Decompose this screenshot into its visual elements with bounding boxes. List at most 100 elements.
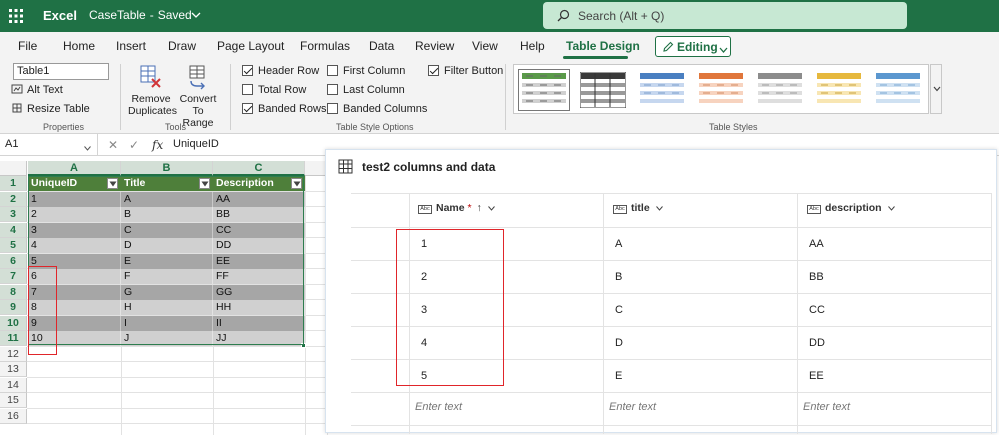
cell-a8[interactable]: 7: [28, 284, 121, 300]
select-all-corner[interactable]: [0, 161, 27, 176]
cancel-icon[interactable]: ✕: [108, 138, 118, 152]
row-header-10[interactable]: 10: [0, 315, 27, 331]
app-launcher-icon[interactable]: [9, 9, 23, 23]
filter-dropdown-icon[interactable]: [291, 178, 302, 189]
row-header-3[interactable]: 3: [0, 207, 27, 222]
row-header-14[interactable]: 14: [0, 377, 27, 393]
row-header-5[interactable]: 5: [0, 238, 27, 253]
fill-handle[interactable]: [301, 342, 306, 348]
remove-duplicates-button[interactable]: Remove Duplicates: [128, 64, 177, 117]
cell-a7[interactable]: 6: [28, 269, 121, 284]
chevron-down-icon[interactable]: [191, 10, 201, 20]
resize-table-button[interactable]: Resize Table: [11, 102, 90, 115]
row-header-16[interactable]: 16: [0, 408, 27, 424]
table-style-dark[interactable]: [580, 72, 626, 108]
convert-to-range-button[interactable]: Convert To Range: [175, 64, 221, 129]
cell-b11[interactable]: J: [121, 331, 213, 346]
alt-text-button[interactable]: Alt Text: [11, 83, 63, 96]
row-header-1[interactable]: 1: [0, 176, 27, 191]
column-header-description[interactable]: Abc description: [807, 202, 895, 214]
cell-b10[interactable]: I: [121, 315, 213, 331]
tab-table-design[interactable]: Table Design: [566, 39, 640, 53]
last-column-checkbox[interactable]: Last Column: [327, 84, 405, 96]
cell-a9[interactable]: 8: [28, 300, 121, 315]
tab-formulas[interactable]: Formulas: [300, 39, 350, 53]
column-header-a[interactable]: A: [28, 161, 121, 176]
cell-c2[interactable]: AA: [213, 191, 305, 207]
formula-input[interactable]: UniqueID: [173, 138, 219, 150]
panel-cell-name[interactable]: 1: [421, 238, 427, 250]
filter-dropdown-icon[interactable]: [199, 178, 210, 189]
column-header-c[interactable]: C: [213, 161, 305, 176]
panel-cell-description[interactable]: EE: [809, 370, 824, 382]
cell-b3[interactable]: B: [121, 207, 213, 222]
panel-cell-title[interactable]: A: [615, 238, 622, 250]
banded-rows-checkbox[interactable]: Banded Rows: [242, 103, 327, 115]
panel-cell-description[interactable]: DD: [809, 337, 825, 349]
tab-file[interactable]: File: [18, 39, 37, 53]
editing-mode-button[interactable]: Editing: [655, 36, 731, 57]
cell-b5[interactable]: D: [121, 238, 213, 253]
table-styles-more-button[interactable]: [930, 64, 942, 114]
row-header-2[interactable]: 2: [0, 191, 27, 207]
cell-c4[interactable]: CC: [213, 222, 305, 238]
column-header-name[interactable]: Abc Name * ↑: [418, 202, 495, 214]
table-header-cell[interactable]: Description: [213, 176, 305, 191]
panel-cell-name[interactable]: 5: [421, 370, 427, 382]
panel-cell-title[interactable]: E: [615, 370, 622, 382]
table-style-green[interactable]: [518, 69, 570, 111]
panel-cell-name[interactable]: 2: [421, 271, 427, 283]
row-header-8[interactable]: 8: [0, 284, 27, 300]
panel-cell-description[interactable]: AA: [809, 238, 824, 250]
row-header-13[interactable]: 13: [0, 362, 27, 377]
cell-c10[interactable]: II: [213, 315, 305, 331]
tab-review[interactable]: Review: [415, 39, 454, 53]
app-name[interactable]: Excel: [43, 8, 77, 23]
tab-data[interactable]: Data: [369, 39, 394, 53]
row-header-12[interactable]: 12: [0, 346, 27, 362]
row-header-4[interactable]: 4: [0, 222, 27, 238]
tab-help[interactable]: Help: [520, 39, 545, 53]
cell-b7[interactable]: F: [121, 269, 213, 284]
panel-cell-title[interactable]: D: [615, 337, 623, 349]
cell-b4[interactable]: C: [121, 222, 213, 238]
row-header-7[interactable]: 7: [0, 269, 27, 284]
table-style-lightblue[interactable]: [875, 72, 921, 108]
new-row-name-input[interactable]: Enter text: [415, 401, 462, 413]
filter-dropdown-icon[interactable]: [107, 178, 118, 189]
panel-cell-name[interactable]: 3: [421, 304, 427, 316]
total-row-checkbox[interactable]: Total Row: [242, 84, 306, 96]
tab-insert[interactable]: Insert: [116, 39, 146, 53]
new-row-title-input[interactable]: Enter text: [609, 401, 656, 413]
table-header-cell[interactable]: UniqueID: [28, 176, 121, 191]
filter-button-checkbox[interactable]: Filter Button: [428, 65, 503, 77]
cell-a3[interactable]: 2: [28, 207, 121, 222]
cell-b6[interactable]: E: [121, 253, 213, 269]
cell-c11[interactable]: JJ: [213, 331, 305, 346]
cell-a10[interactable]: 9: [28, 315, 121, 331]
first-column-checkbox[interactable]: First Column: [327, 65, 405, 77]
cell-a5[interactable]: 4: [28, 238, 121, 253]
column-header-title[interactable]: Abc title: [613, 202, 663, 214]
cell-b2[interactable]: A: [121, 191, 213, 207]
function-icon[interactable]: fx: [152, 138, 163, 152]
tab-home[interactable]: Home: [63, 39, 95, 53]
cell-a6[interactable]: 5: [28, 253, 121, 269]
enter-icon[interactable]: ✓: [129, 138, 139, 152]
cell-c5[interactable]: DD: [213, 238, 305, 253]
header-row-checkbox[interactable]: Header Row: [242, 65, 319, 77]
panel-cell-name[interactable]: 4: [421, 337, 427, 349]
table-style-blue[interactable]: [639, 72, 685, 108]
cell-c6[interactable]: EE: [213, 253, 305, 269]
cell-a4[interactable]: 3: [28, 222, 121, 238]
tab-page-layout[interactable]: Page Layout: [217, 39, 284, 53]
table-style-orange[interactable]: [698, 72, 744, 108]
search-box[interactable]: Search (Alt + Q): [543, 2, 907, 29]
cell-c8[interactable]: GG: [213, 284, 305, 300]
panel-cell-description[interactable]: CC: [809, 304, 825, 316]
panel-cell-description[interactable]: BB: [809, 271, 824, 283]
panel-cell-title[interactable]: C: [615, 304, 623, 316]
table-name-input[interactable]: Table1: [13, 63, 109, 80]
cell-c9[interactable]: HH: [213, 300, 305, 315]
cell-a2[interactable]: 1: [28, 191, 121, 207]
